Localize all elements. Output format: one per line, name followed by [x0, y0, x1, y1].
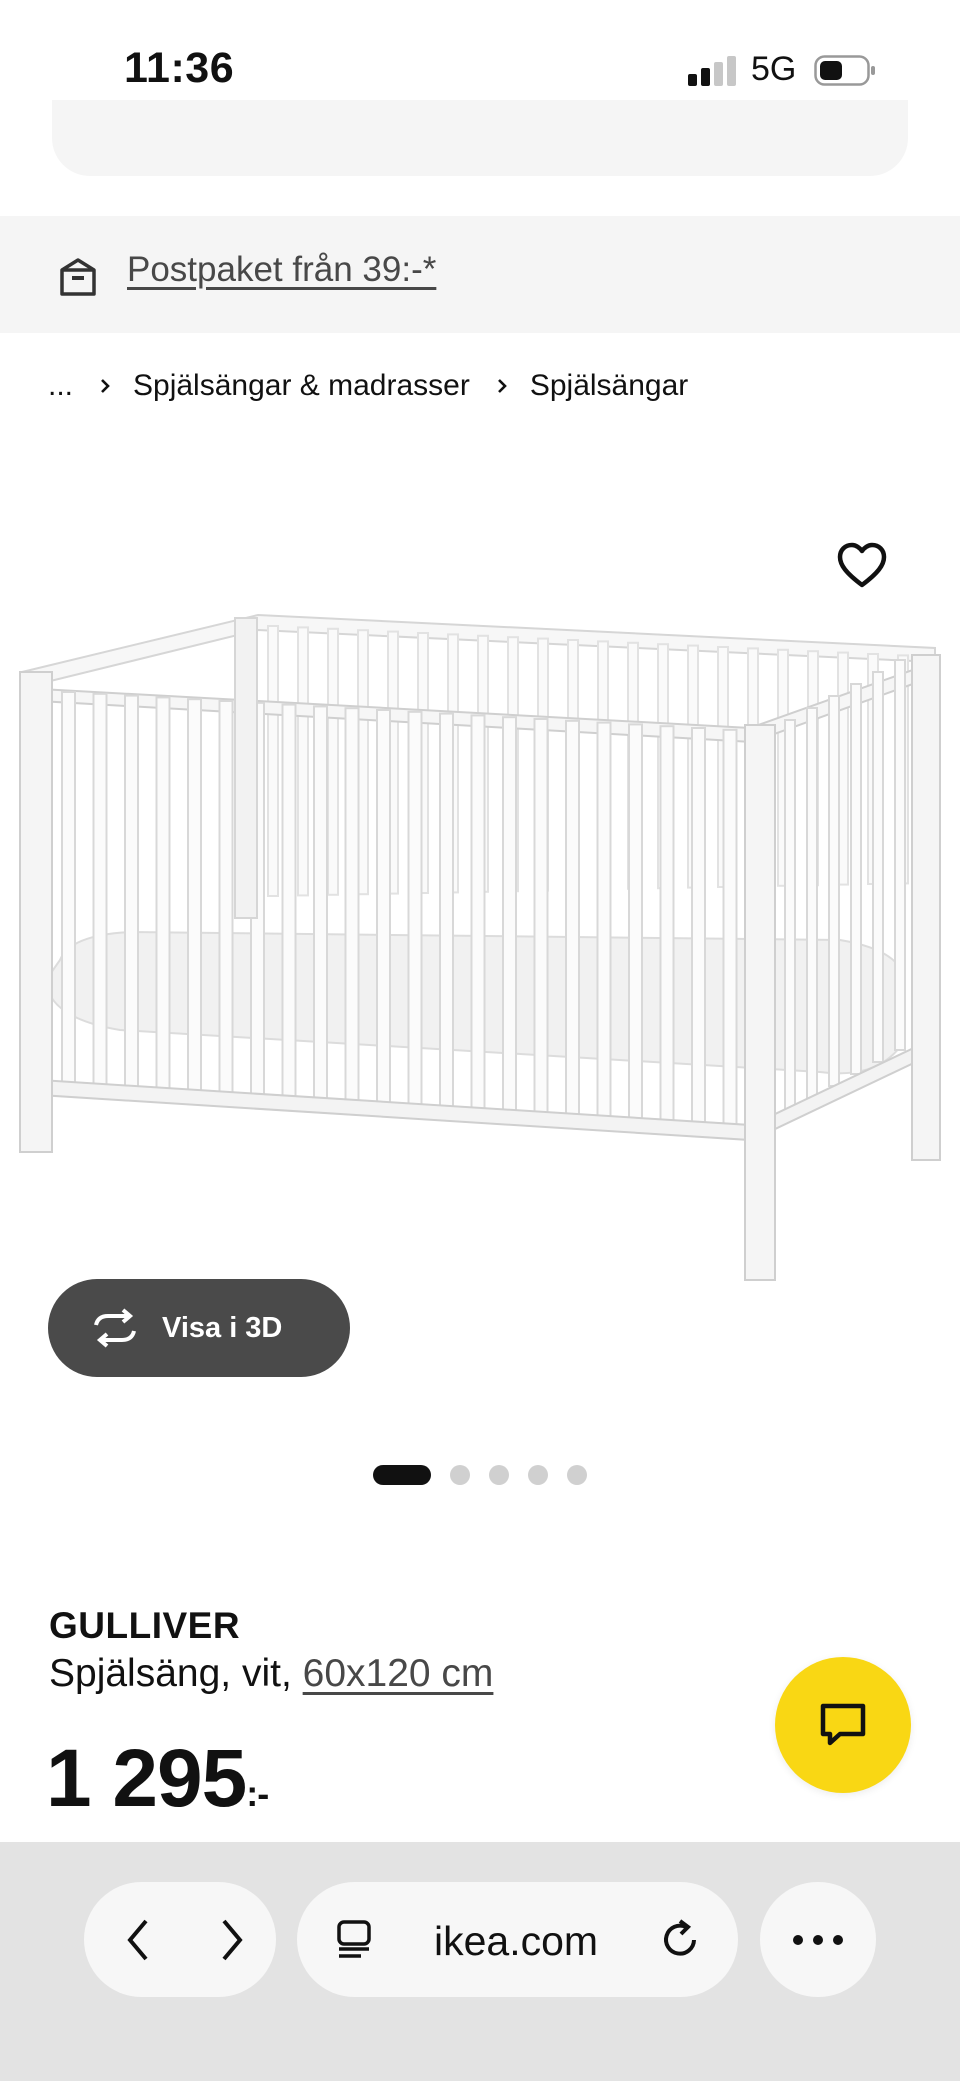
breadcrumb-item-cribs-mattresses[interactable]: Spjälsängar & madrasser [133, 369, 470, 403]
crib-product-image[interactable] [0, 560, 960, 1290]
crib-front-slat [439, 712, 454, 1110]
crib-front-slat [628, 723, 643, 1121]
crib-front-slat [407, 710, 423, 1108]
pagination-dot[interactable] [567, 1465, 587, 1485]
crib-side-slat [894, 659, 906, 1051]
search-bar-remnant[interactable] [52, 100, 908, 176]
reader-view-icon[interactable] [333, 1918, 377, 1962]
status-time: 11:36 [124, 44, 235, 92]
crib-front-slat [218, 700, 234, 1097]
product-name: GULLIVER [49, 1605, 241, 1646]
product-size-link[interactable]: 60x120 cm [303, 1652, 494, 1695]
crib-front-slat [313, 705, 328, 1103]
crib-side-slat [806, 707, 818, 1099]
crib-front-slat [533, 718, 549, 1115]
chevron-right-icon [222, 1919, 243, 1961]
crib-front-slat [187, 698, 202, 1096]
chevron-left-icon [127, 1919, 148, 1961]
reload-icon[interactable] [656, 1915, 706, 1965]
crib-side-slat [784, 719, 796, 1111]
ellipsis-icon [793, 1934, 843, 1945]
more-options-button[interactable] [760, 1882, 876, 1997]
shipping-banner-link[interactable]: Postpaket från 39:-* [127, 250, 436, 290]
crib-front-slat [659, 725, 675, 1123]
crib-front-slat [124, 694, 139, 1092]
pagination-dot[interactable] [528, 1465, 548, 1485]
back-button[interactable] [100, 1900, 180, 1980]
crib-back-slat [327, 627, 339, 896]
crib-front-slat [691, 727, 706, 1124]
pagination-dot[interactable] [450, 1465, 470, 1485]
crib-front-slat [502, 716, 517, 1114]
chevron-right-icon [497, 379, 507, 393]
forward-button[interactable] [190, 1900, 270, 1980]
network-type: 5G [751, 50, 797, 88]
crib-side-slat [850, 683, 862, 1075]
price-suffix: :- [246, 1773, 269, 1814]
breadcrumb-ellipsis[interactable]: ... [48, 369, 73, 403]
battery-icon [814, 55, 875, 86]
crib-front-slat [596, 721, 612, 1119]
product-price: 1 295:- [46, 1732, 269, 1826]
crib-front-slat [376, 709, 391, 1106]
pagination-dot-active[interactable] [373, 1465, 431, 1485]
rotate-3d-icon [94, 1308, 136, 1348]
crib-front-slat [92, 692, 108, 1090]
heart-icon[interactable] [834, 538, 890, 594]
pagination-dot[interactable] [489, 1465, 509, 1485]
crib-front-slat [470, 714, 486, 1112]
view-in-3d-button[interactable]: Visa i 3D [48, 1279, 350, 1377]
price-amount: 1 295 [46, 1733, 247, 1824]
url-text[interactable]: ikea.com [434, 1918, 598, 1965]
crib-front-slat [344, 707, 360, 1105]
breadcrumb-item-cribs[interactable]: Spjälsängar [530, 369, 688, 403]
crib-back-slat [267, 625, 279, 897]
chat-button[interactable] [775, 1657, 911, 1793]
image-pagination [373, 1465, 587, 1485]
crib-front-slat [722, 728, 738, 1126]
crib-front-slat [565, 719, 580, 1117]
breadcrumb: ... Spjälsängar & madrasser Spjälsängar [48, 366, 688, 406]
crib-front-slat [155, 696, 171, 1094]
cellular-signal-icon [688, 56, 736, 86]
product-description-text: Spjälsäng, vit, [49, 1652, 303, 1695]
view-in-3d-label: Visa i 3D [162, 1311, 283, 1344]
product-description: Spjälsäng, vit, 60x120 cm [49, 1652, 493, 1696]
crib-side-slat [872, 671, 884, 1063]
crib-front-slat [61, 691, 76, 1088]
crib-back-slat [297, 626, 309, 897]
parcel-box-icon [60, 258, 96, 296]
chat-bubble-icon [820, 1703, 866, 1746]
crib-side-slat [828, 695, 840, 1087]
crib-front-slat [281, 703, 297, 1101]
chevron-right-icon [101, 379, 110, 393]
